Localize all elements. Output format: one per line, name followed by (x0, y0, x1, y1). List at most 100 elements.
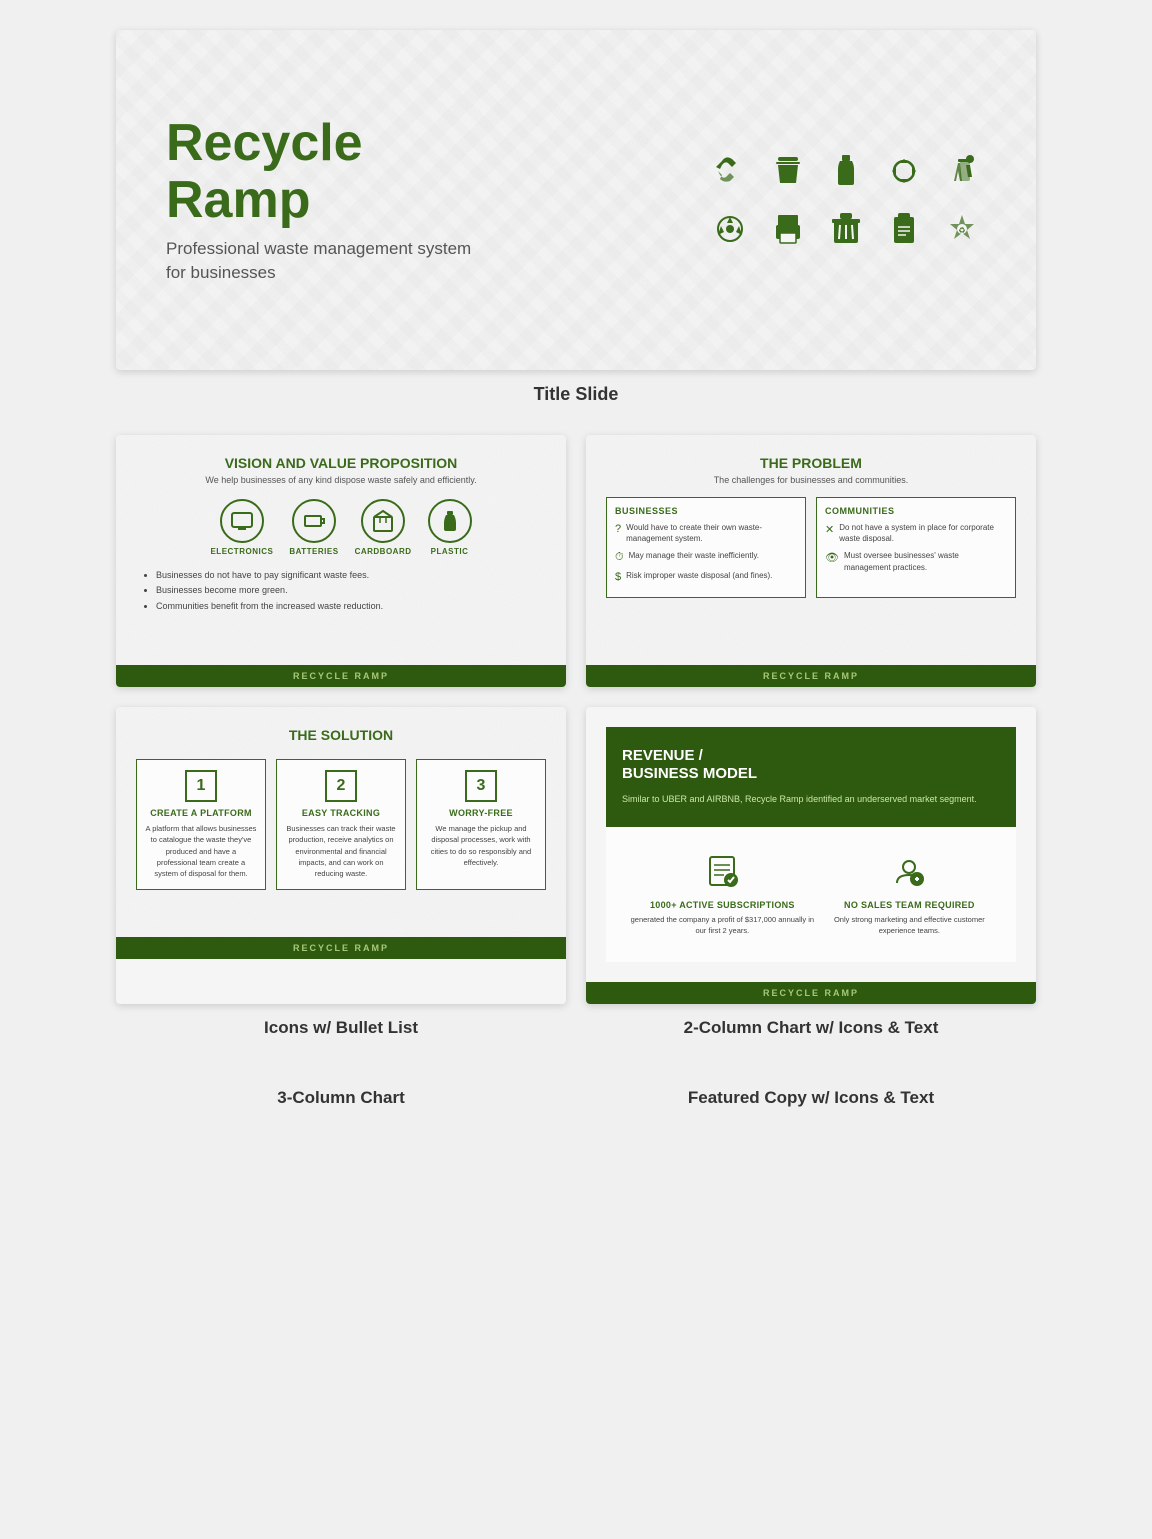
electronics-circle (220, 499, 264, 543)
slide3-label: 2-Column Chart w/ Icons & Text (586, 1008, 1036, 1058)
solution-num-3: 3 (465, 770, 497, 802)
community-item-1: ✕ Do not have a system in place for corp… (825, 522, 1007, 544)
vision-slide-card: VISION AND VALUE PROPOSITION We help bus… (116, 435, 566, 687)
solution-title: THE SOLUTION (136, 727, 546, 743)
plastic-circle (428, 499, 472, 543)
slide2-label: Icons w/ Bullet List (116, 1008, 566, 1058)
problem-slide-content: THE PROBLEM The challenges for businesse… (586, 435, 1036, 665)
icon-clipboard (880, 205, 928, 253)
revenue-stats-row: 1000+ ACTIVE SUBSCRIPTIONS generated the… (622, 843, 1000, 947)
problem-footer: RECYCLE RAMP (586, 665, 1036, 687)
problem-columns: BUSINESSES ? Would have to create their … (606, 497, 1016, 598)
icon-printer (764, 205, 812, 253)
revenue-stat-title-1: 1000+ ACTIVE SUBSCRIPTIONS (650, 900, 795, 912)
icon-star-recycle: ♻ (938, 205, 986, 253)
icon-bottle (822, 147, 870, 195)
icon-person-trash (938, 147, 986, 195)
revenue-stat-text-1: generated the company a profit of $317,0… (630, 915, 815, 936)
main-subtitle: Professional waste management system for… (166, 237, 506, 285)
revenue-left-text: Similar to UBER and AIRBNB, Recycle Ramp… (622, 793, 1000, 807)
icon-trash-bin (764, 147, 812, 195)
cardboard-circle (361, 499, 405, 543)
title-slide: Recycle Ramp Professional waste manageme… (116, 30, 1036, 370)
cardboard-label: CARDBOARD (355, 547, 412, 556)
solution-col-2: 2 EASY TRACKING Businesses can track the… (276, 759, 406, 890)
batteries-label: BATTERIES (289, 547, 338, 556)
slide5-label: Featured Copy w/ Icons & Text (586, 1078, 1036, 1128)
problem-col-businesses: BUSINESSES ? Would have to create their … (606, 497, 806, 598)
vision-icon-electronics: ELECTRONICS (210, 499, 273, 556)
solution-title-1: CREATE A PLATFORM (150, 808, 252, 818)
icon-recycle-hand (706, 147, 754, 195)
problem-col-communities: COMMUNITIES ✕ Do not have a system in pl… (816, 497, 1016, 598)
solution-footer: RECYCLE RAMP (116, 937, 566, 959)
title-icons-grid: ♻ (706, 147, 986, 253)
problem-text-2: May manage their waste inefficiently. (629, 550, 759, 561)
revenue-stat-title-2: NO SALES TEAM REQUIRED (844, 900, 975, 912)
community-text-2: Must oversee businesses' waste managemen… (844, 550, 1007, 572)
bullet-3: Communities benefit from the increased w… (156, 599, 546, 614)
problem-icon-1: ? (615, 523, 621, 535)
revenue-footer: RECYCLE RAMP (586, 982, 1036, 1004)
revenue-title: REVENUE / BUSINESS MODEL (622, 747, 1000, 783)
solution-title-2: EASY TRACKING (302, 808, 380, 818)
problem-icon-2: ⏱ (615, 551, 624, 564)
vision-subtitle: We help businesses of any kind dispose w… (136, 475, 546, 485)
businesses-col-title: BUSINESSES (615, 506, 797, 516)
batteries-circle (292, 499, 336, 543)
communities-col-title: COMMUNITIES (825, 506, 1007, 516)
solution-text-3: We manage the pickup and disposal proces… (425, 823, 537, 868)
bullet-2: Businesses become more green. (156, 583, 546, 598)
community-icon-2: 👁 (825, 551, 839, 564)
problem-title: THE PROBLEM (606, 455, 1016, 471)
icon-waste-bin2 (822, 205, 870, 253)
icon-recycle-arrows (880, 147, 928, 195)
vision-icon-cardboard: CARDBOARD (355, 499, 412, 556)
problem-item-2: ⏱ May manage their waste inefficiently. (615, 550, 797, 564)
solution-text-2: Businesses can track their waste product… (285, 823, 397, 879)
bottom-labels: Icons w/ Bullet List 2-Column Chart w/ I… (116, 1008, 1036, 1128)
main-title: Recycle Ramp (166, 115, 506, 229)
problem-slide-card: THE PROBLEM The challenges for businesse… (586, 435, 1036, 687)
revenue-right-section: 1000+ ACTIVE SUBSCRIPTIONS generated the… (606, 827, 1016, 963)
problem-text-1: Would have to create their own waste-man… (626, 522, 797, 544)
vision-icons-row: ELECTRONICS BATTERIES CARDBOARD (136, 499, 546, 556)
plastic-label: PLASTIC (431, 547, 469, 556)
svg-text:♻: ♻ (958, 226, 965, 235)
vision-slide-content: VISION AND VALUE PROPOSITION We help bus… (116, 435, 566, 665)
slides-grid: VISION AND VALUE PROPOSITION We help bus… (116, 435, 1036, 1004)
revenue-slide-card: REVENUE / BUSINESS MODEL Similar to UBER… (586, 707, 1036, 1004)
solution-col-1: 1 CREATE A PLATFORM A platform that allo… (136, 759, 266, 890)
problem-text-3: Risk improper waste disposal (and fines)… (626, 570, 772, 581)
problem-icon-3: $ (615, 571, 621, 583)
problem-item-3: $ Risk improper waste disposal (and fine… (615, 570, 797, 583)
vision-bullets: Businesses do not have to pay significan… (136, 568, 546, 614)
revenue-left-section: REVENUE / BUSINESS MODEL Similar to UBER… (606, 727, 1016, 827)
revenue-stat-icon-2 (891, 853, 927, 896)
revenue-stat-1: 1000+ ACTIVE SUBSCRIPTIONS generated the… (630, 853, 815, 937)
problem-item-1: ? Would have to create their own waste-m… (615, 522, 797, 544)
revenue-stat-text-2: Only strong marketing and effective cust… (827, 915, 992, 936)
solution-slide-content: THE SOLUTION 1 CREATE A PLATFORM A platf… (116, 707, 566, 937)
title-slide-label: Title Slide (534, 384, 619, 405)
vision-footer: RECYCLE RAMP (116, 665, 566, 687)
revenue-slide-content: REVENUE / BUSINESS MODEL Similar to UBER… (586, 707, 1036, 982)
community-text-1: Do not have a system in place for corpor… (839, 522, 1007, 544)
revenue-stat-icon-1 (704, 853, 740, 896)
community-icon-1: ✕ (825, 523, 834, 536)
electronics-label: ELECTRONICS (210, 547, 273, 556)
community-item-2: 👁 Must oversee businesses' waste managem… (825, 550, 1007, 572)
vision-icon-plastic: PLASTIC (428, 499, 472, 556)
slide4-label: 3-Column Chart (116, 1078, 566, 1128)
solution-col-3: 3 WORRY-FREE We manage the pickup and di… (416, 759, 546, 890)
solution-slide-card: THE SOLUTION 1 CREATE A PLATFORM A platf… (116, 707, 566, 1004)
solution-text-1: A platform that allows businesses to cat… (145, 823, 257, 879)
vision-title: VISION AND VALUE PROPOSITION (136, 455, 546, 471)
bullet-1: Businesses do not have to pay significan… (156, 568, 546, 583)
solution-num-2: 2 (325, 770, 357, 802)
revenue-stat-2: NO SALES TEAM REQUIRED Only strong marke… (827, 853, 992, 937)
solution-columns: 1 CREATE A PLATFORM A platform that allo… (136, 759, 546, 890)
solution-title-3: WORRY-FREE (449, 808, 513, 818)
vision-icon-batteries: BATTERIES (289, 499, 338, 556)
problem-subtitle: The challenges for businesses and commun… (606, 475, 1016, 485)
